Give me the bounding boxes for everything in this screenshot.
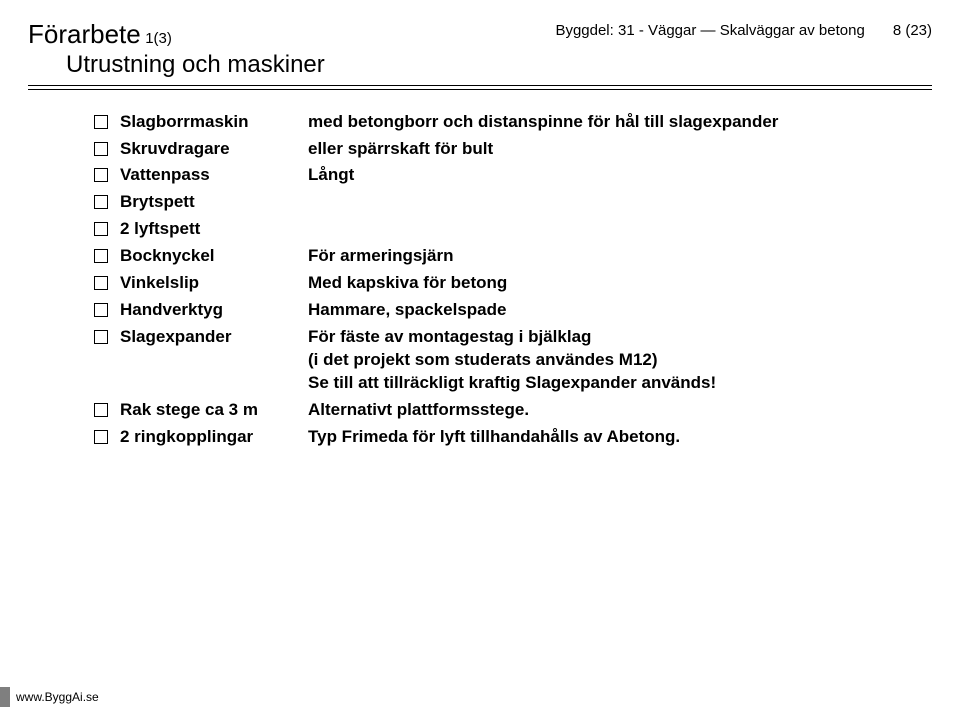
item-desc-line: med betongborr och distanspinne för hål …: [308, 111, 932, 134]
item-desc-line: (i det projekt som studerats användes M1…: [308, 349, 932, 372]
item-label: Vinkelslip: [120, 272, 308, 295]
checkbox-icon: [94, 303, 108, 317]
header-line-bottom: [28, 89, 932, 90]
header-left: Förarbete 1(3) Utrustning och maskiner: [28, 20, 325, 79]
checkbox-icon: [94, 403, 108, 417]
item-desc: Långt: [308, 164, 932, 187]
title-main: Förarbete: [28, 19, 141, 49]
item-label: Brytspett: [120, 191, 308, 214]
item-label: Vattenpass: [120, 164, 308, 187]
checkbox-icon: [94, 142, 108, 156]
item-desc: Typ Frimeda för lyft tillhandahålls av A…: [308, 426, 932, 449]
item-desc: eller spärrskaft för bult: [308, 138, 932, 161]
item-desc: För fäste av montagestag i bjälklag (i d…: [308, 326, 932, 395]
item-label: Bocknyckel: [120, 245, 308, 268]
list-item: 2 lyftspett: [94, 218, 932, 241]
content: Slagborrmaskin med betongborr och distan…: [28, 111, 932, 449]
item-label: Slagborrmaskin: [120, 111, 308, 134]
header-row: Förarbete 1(3) Utrustning och maskiner B…: [28, 20, 932, 79]
item-desc-line: För armeringsjärn: [308, 245, 932, 268]
item-desc-line: Hammare, spackelspade: [308, 299, 932, 322]
checkbox-icon: [94, 195, 108, 209]
page-title: Förarbete 1(3): [28, 20, 325, 49]
item-desc: Med kapskiva för betong: [308, 272, 932, 295]
item-desc: med betongborr och distanspinne för hål …: [308, 111, 932, 134]
footer: www.ByggAi.se: [0, 687, 99, 707]
page: Förarbete 1(3) Utrustning och maskiner B…: [0, 0, 960, 719]
checkbox-icon: [94, 115, 108, 129]
list-item: Handverktyg Hammare, spackelspade: [94, 299, 932, 322]
header-right-text: Byggdel: 31 - Väggar — Skalväggar av bet…: [555, 22, 864, 39]
item-label: 2 ringkopplingar: [120, 426, 308, 449]
checkbox-icon: [94, 249, 108, 263]
item-desc: För armeringsjärn: [308, 245, 932, 268]
header-right: Byggdel: 31 - Väggar — Skalväggar av bet…: [555, 20, 932, 39]
page-subtitle: Utrustning och maskiner: [66, 51, 325, 79]
list-item: Slagborrmaskin med betongborr och distan…: [94, 111, 932, 134]
item-desc: Alternativt plattformsstege.: [308, 399, 932, 422]
item-label: Handverktyg: [120, 299, 308, 322]
item-label: Rak stege ca 3 m: [120, 399, 308, 422]
list-item: Skruvdragare eller spärrskaft för bult: [94, 138, 932, 161]
item-desc: Hammare, spackelspade: [308, 299, 932, 322]
list-item: Slagexpander För fäste av montagestag i …: [94, 326, 932, 395]
checkbox-icon: [94, 168, 108, 182]
item-list: Slagborrmaskin med betongborr och distan…: [94, 111, 932, 449]
list-item: Vinkelslip Med kapskiva för betong: [94, 272, 932, 295]
item-label: Skruvdragare: [120, 138, 308, 161]
item-desc-line: Långt: [308, 164, 932, 187]
item-desc-line: Se till att tillräckligt kraftig Slagexp…: [308, 372, 932, 395]
header-line-top: [28, 85, 932, 86]
item-label: Slagexpander: [120, 326, 308, 349]
checkbox-icon: [94, 330, 108, 344]
title-step: 1(3): [145, 30, 172, 47]
item-desc-line: Alternativt plattformsstege.: [308, 399, 932, 422]
item-label: 2 lyftspett: [120, 218, 308, 241]
page-number: 8 (23): [893, 22, 932, 39]
header-underline: [28, 85, 932, 89]
footer-bar-icon: [0, 687, 10, 707]
item-desc-line: Med kapskiva för betong: [308, 272, 932, 295]
list-item: Brytspett: [94, 191, 932, 214]
item-desc-line: eller spärrskaft för bult: [308, 138, 932, 161]
footer-url: www.ByggAi.se: [16, 690, 99, 704]
list-item: Vattenpass Långt: [94, 164, 932, 187]
item-desc-line: Typ Frimeda för lyft tillhandahålls av A…: [308, 426, 932, 449]
checkbox-icon: [94, 276, 108, 290]
list-item: 2 ringkopplingar Typ Frimeda för lyft ti…: [94, 426, 932, 449]
list-item: Bocknyckel För armeringsjärn: [94, 245, 932, 268]
item-desc-line: För fäste av montagestag i bjälklag: [308, 326, 932, 349]
checkbox-icon: [94, 222, 108, 236]
checkbox-icon: [94, 430, 108, 444]
list-item: Rak stege ca 3 m Alternativt plattformss…: [94, 399, 932, 422]
